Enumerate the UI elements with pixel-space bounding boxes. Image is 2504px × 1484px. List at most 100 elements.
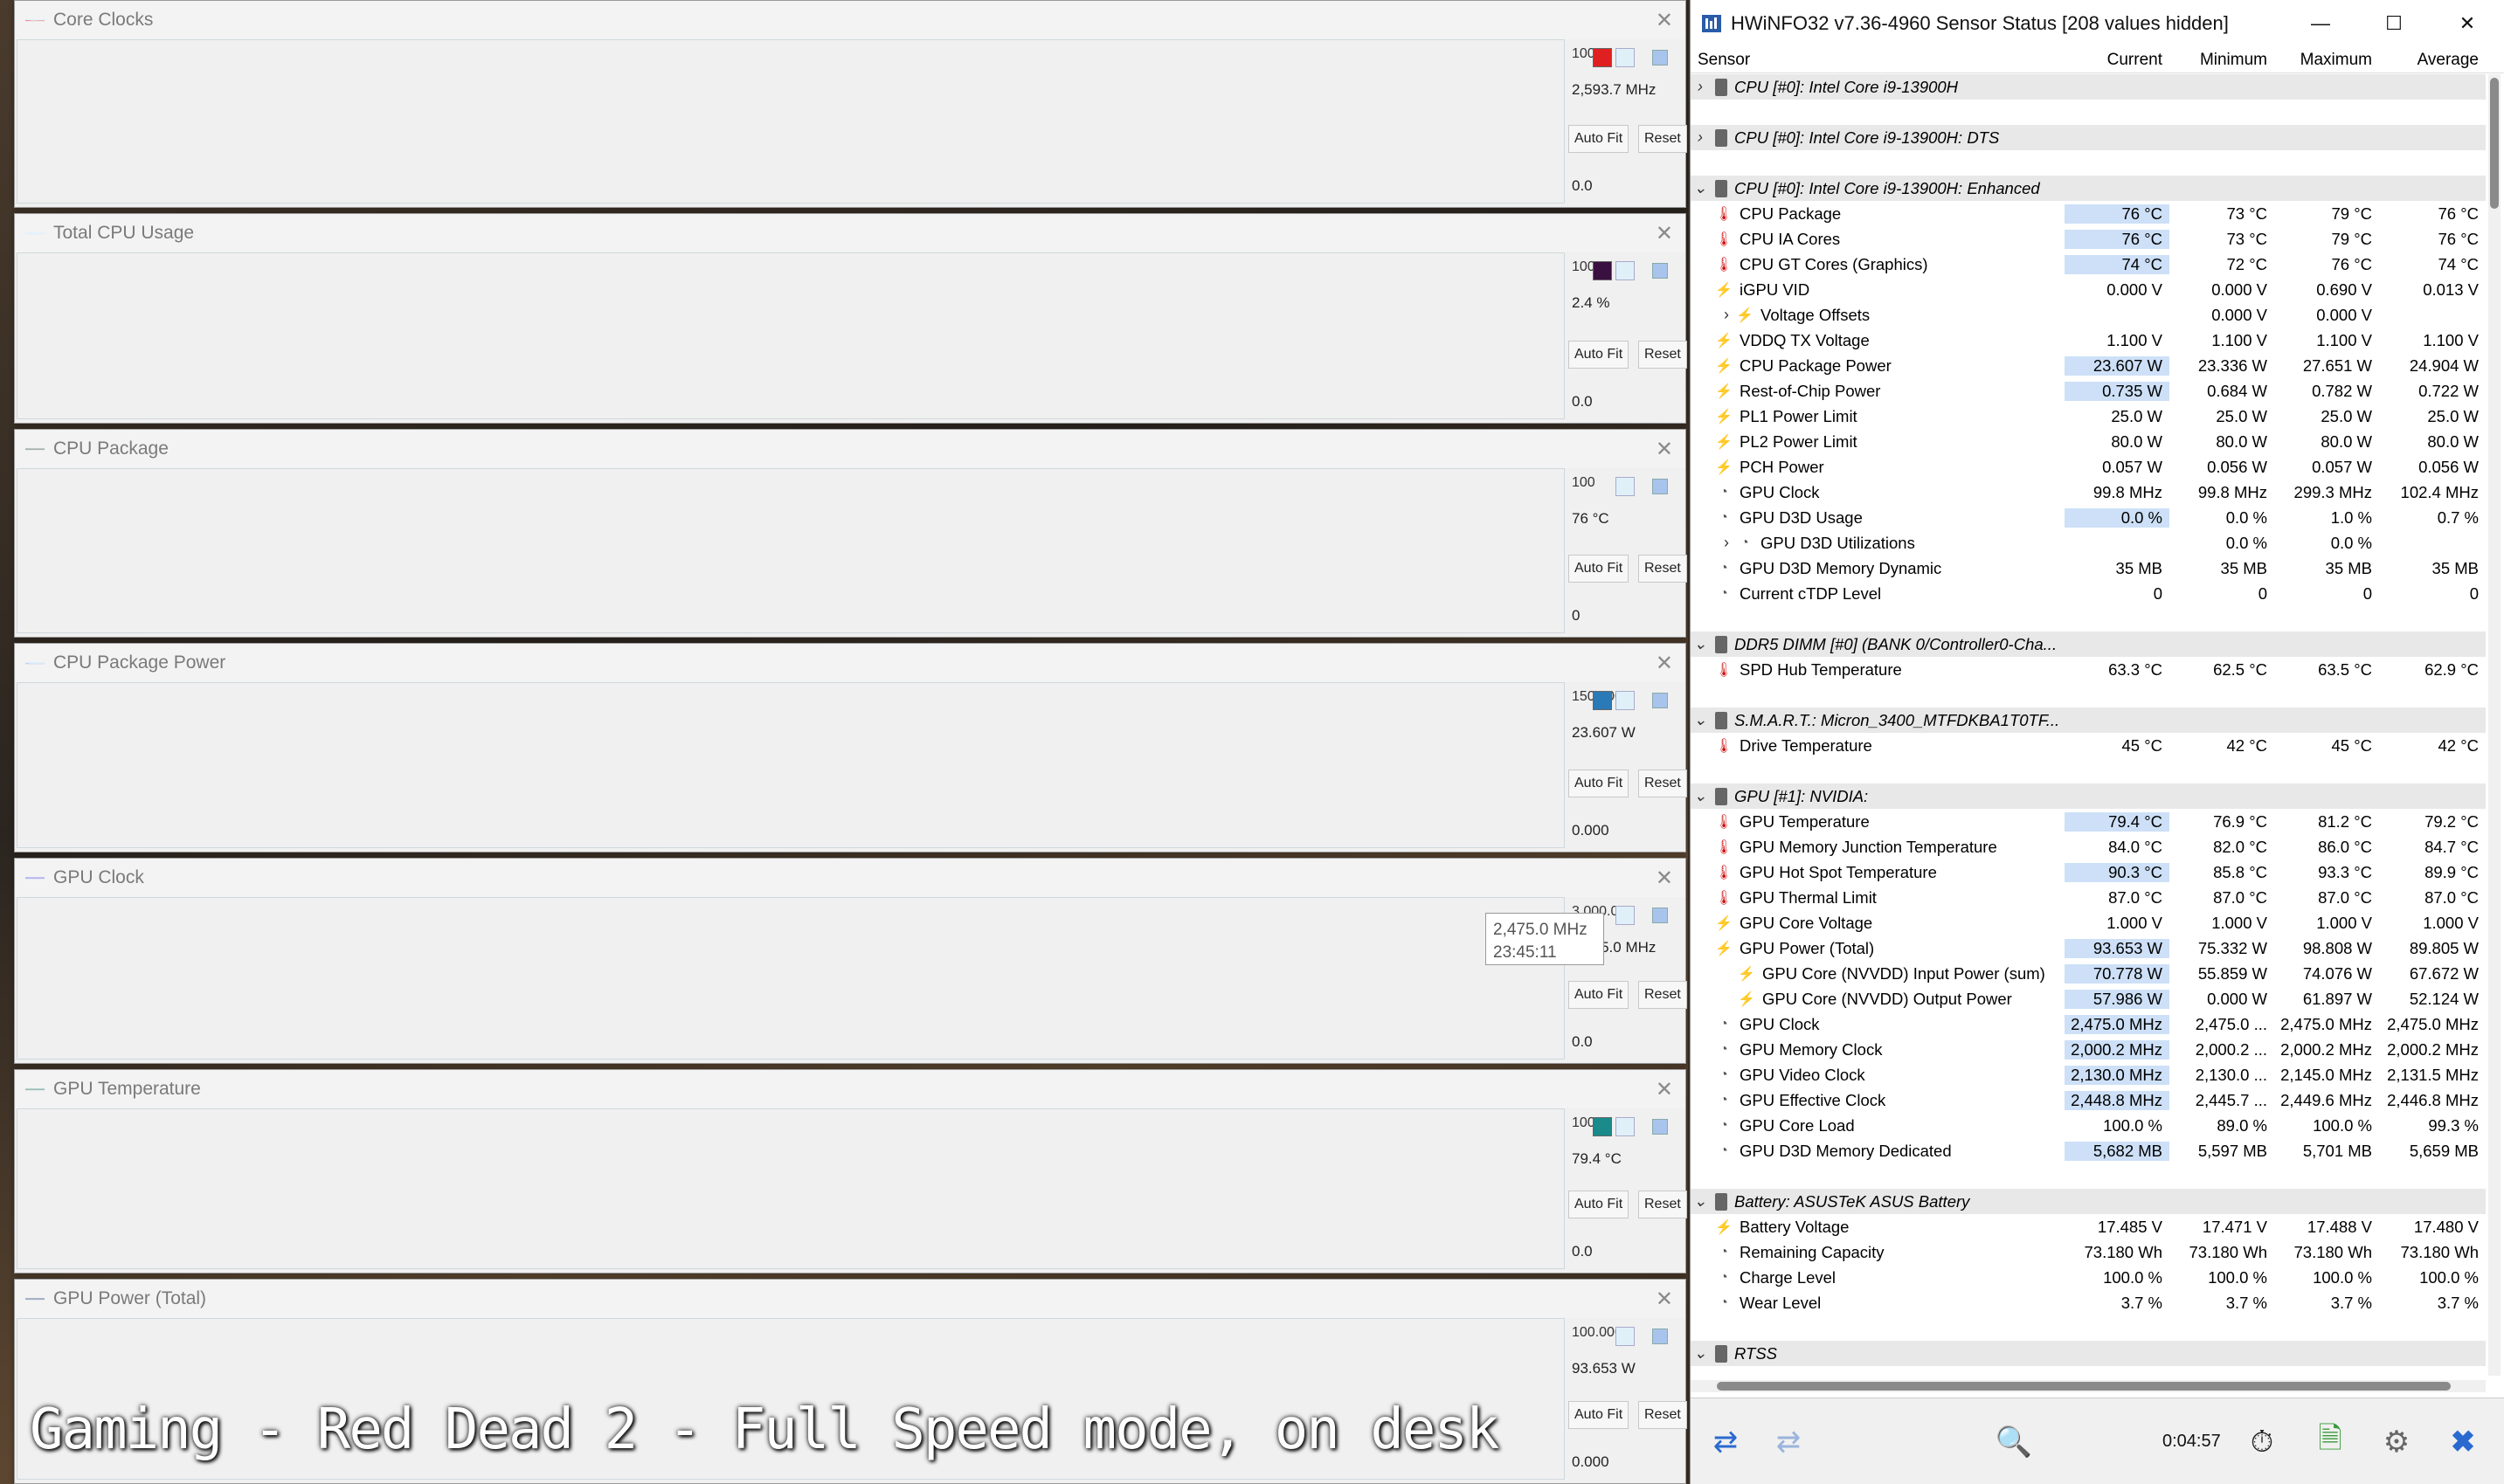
sensor-group-row[interactable]: ⌄ GPU [#1]: NVIDIA: xyxy=(1691,783,2486,809)
sensor-group-row[interactable]: › CPU [#0]: Intel Core i9-13900H xyxy=(1691,74,2486,100)
col-current[interactable]: Current xyxy=(2065,51,2169,70)
sensor-row[interactable]: ◔ GPU Clock 2,475.0 MHz 2,475.0 ... 2,47… xyxy=(1691,1011,2486,1037)
graph-window[interactable]: Total CPU Usage ✕ 100.0 2.4 % Auto Fit R… xyxy=(14,213,1687,424)
graph-bg-swatch[interactable] xyxy=(1615,48,1635,67)
auto-fit-button[interactable]: Auto Fit xyxy=(1568,770,1629,797)
auto-fit-button[interactable]: Auto Fit xyxy=(1568,555,1629,583)
sensor-row[interactable]: ⚡ CPU Package Power 23.607 W 23.336 W 27… xyxy=(1691,353,2486,378)
auto-fit-button[interactable]: Auto Fit xyxy=(1568,341,1629,369)
graph-bg-swatch[interactable] xyxy=(1615,477,1635,496)
reset-button[interactable]: Reset xyxy=(1638,1191,1687,1218)
graph-titlebar[interactable]: CPU Package ✕ xyxy=(15,430,1685,468)
sensor-row[interactable]: 🌡 GPU Hot Spot Temperature 90.3 °C 85.8 … xyxy=(1691,859,2486,885)
reset-button[interactable]: Reset xyxy=(1638,125,1687,153)
chevron-right-icon[interactable]: › xyxy=(1691,78,1710,96)
sensor-row[interactable]: 🌡 GPU Thermal Limit 87.0 °C 87.0 °C 87.0… xyxy=(1691,885,2486,910)
sensor-row[interactable]: ◔ GPU D3D Memory Dynamic 35 MB 35 MB 35 … xyxy=(1691,556,2486,581)
graph-color-swatch[interactable] xyxy=(1593,48,1612,67)
graph-window[interactable]: GPU Clock ✕ 3,000.0 2,475.0 MHz Auto Fit… xyxy=(14,858,1687,1064)
graph-color-swatch[interactable] xyxy=(1593,1117,1612,1136)
reset-button[interactable]: Reset xyxy=(1638,981,1687,1009)
sensor-row[interactable]: ⚡ iGPU VID 0.000 V 0.000 V 0.690 V 0.013… xyxy=(1691,277,2486,302)
chevron-down-icon[interactable]: ⌄ xyxy=(1691,711,1710,729)
chevron-right-icon[interactable]: › xyxy=(1691,128,1710,147)
chevron-down-icon[interactable]: ⌄ xyxy=(1691,635,1710,653)
graph-grid-swatch[interactable] xyxy=(1652,479,1668,494)
graph-bg-swatch[interactable] xyxy=(1615,1117,1635,1136)
sensor-row[interactable]: 🌡 GPU Memory Junction Temperature 84.0 °… xyxy=(1691,834,2486,859)
chevron-down-icon[interactable]: ⌄ xyxy=(1691,1192,1710,1211)
vertical-scrollbar[interactable] xyxy=(2488,74,2501,1376)
close-icon[interactable]: ✕ xyxy=(1656,221,1673,246)
sensor-row[interactable]: ◔ GPU D3D Usage 0.0 % 0.0 % 1.0 % 0.7 % xyxy=(1691,505,2486,530)
graph-window[interactable]: CPU Package ✕ 100 76 °C Auto Fit Reset 0 xyxy=(14,429,1687,638)
graph-bg-swatch[interactable] xyxy=(1615,906,1635,925)
col-sensor[interactable]: Sensor xyxy=(1691,51,2065,70)
sensor-row[interactable]: ◔ GPU D3D Memory Dedicated 5,682 MB 5,59… xyxy=(1691,1138,2486,1163)
chevron-down-icon[interactable]: ⌄ xyxy=(1691,787,1710,805)
sensor-row[interactable]: ◔ Wear Level 3.7 % 3.7 % 3.7 % 3.7 % xyxy=(1691,1290,2486,1315)
sensor-row[interactable]: 🌡 CPU GT Cores (Graphics) 74 °C 72 °C 76… xyxy=(1691,252,2486,277)
graph-grid-swatch[interactable] xyxy=(1652,1119,1668,1135)
graph-window[interactable]: CPU Package Power ✕ 150.000 23.607 W Aut… xyxy=(14,643,1687,852)
sensor-row[interactable]: 🌡 CPU Package 76 °C 73 °C 79 °C 76 °C xyxy=(1691,201,2486,226)
chevron-down-icon[interactable]: ⌄ xyxy=(1691,1344,1710,1363)
sensor-row[interactable]: ⚡ VDDQ TX Voltage 1.100 V 1.100 V 1.100 … xyxy=(1691,328,2486,353)
sensor-row[interactable]: ◔ GPU Memory Clock 2,000.2 MHz 2,000.2 .… xyxy=(1691,1037,2486,1062)
graph-grid-swatch[interactable] xyxy=(1652,693,1668,708)
graph-window[interactable]: Core Clocks ✕ 100 2,593.7 MHz Auto Fit R… xyxy=(14,0,1687,208)
sensor-row[interactable]: ⚡ GPU Core (NVVDD) Output Power 57.986 W… xyxy=(1691,986,2486,1011)
graph-grid-swatch[interactable] xyxy=(1652,908,1668,923)
graph-titlebar[interactable]: CPU Package Power ✕ xyxy=(15,644,1685,682)
sensor-row[interactable]: ⚡ PL2 Power Limit 80.0 W 80.0 W 80.0 W 8… xyxy=(1691,429,2486,454)
sensor-row[interactable]: ◔ GPU Clock 99.8 MHz 99.8 MHz 299.3 MHz … xyxy=(1691,480,2486,505)
close-icon[interactable]: ✕ xyxy=(1656,8,1673,33)
sensor-row[interactable]: ⚡ Battery Voltage 17.485 V 17.471 V 17.4… xyxy=(1691,1214,2486,1239)
chevron-right-icon[interactable]: › xyxy=(1717,534,1736,552)
sensor-row[interactable]: ⚡ GPU Power (Total) 93.653 W 75.332 W 98… xyxy=(1691,935,2486,961)
sensor-row[interactable]: ⚡ GPU Core Voltage 1.000 V 1.000 V 1.000… xyxy=(1691,910,2486,935)
sensor-row[interactable]: ◔ Charge Level 100.0 % 100.0 % 100.0 % 1… xyxy=(1691,1265,2486,1290)
close-icon[interactable]: ✕ xyxy=(1656,866,1673,891)
sensor-group-row[interactable]: ⌄ CPU [#0]: Intel Core i9-13900H: Enhanc… xyxy=(1691,176,2486,201)
sensor-row[interactable]: ◔ GPU Core Load 100.0 % 89.0 % 100.0 % 9… xyxy=(1691,1113,2486,1138)
sensor-row[interactable]: ⚡ GPU Core (NVVDD) Input Power (sum) 70.… xyxy=(1691,961,2486,986)
graph-titlebar[interactable]: GPU Temperature ✕ xyxy=(15,1070,1685,1108)
sensor-row[interactable]: ◔ Current cTDP Level 0 0 0 0 xyxy=(1691,581,2486,606)
settings-gear-icon[interactable]: ⚙ xyxy=(2369,1416,2424,1468)
close-button[interactable]: ✕ xyxy=(2431,12,2504,35)
close-icon[interactable]: ✕ xyxy=(1656,651,1673,676)
auto-fit-button[interactable]: Auto Fit xyxy=(1568,981,1629,1009)
col-minimum[interactable]: Minimum xyxy=(2169,51,2274,70)
chevron-down-icon[interactable]: ⌄ xyxy=(1691,179,1710,197)
sensor-row[interactable]: ◔ GPU Video Clock 2,130.0 MHz 2,130.0 ..… xyxy=(1691,1062,2486,1087)
graph-grid-swatch[interactable] xyxy=(1652,1329,1668,1344)
reset-button[interactable]: Reset xyxy=(1638,770,1687,797)
close-icon[interactable]: ✕ xyxy=(1656,437,1673,462)
maximize-button[interactable]: ☐ xyxy=(2357,12,2431,35)
exit-icon[interactable]: ✖ xyxy=(2435,1416,2491,1468)
graph-titlebar[interactable]: GPU Power (Total) ✕ xyxy=(15,1280,1685,1318)
close-icon[interactable]: ✕ xyxy=(1656,1077,1673,1102)
graph-color-swatch[interactable] xyxy=(1593,691,1612,710)
auto-fit-button[interactable]: Auto Fit xyxy=(1568,125,1629,153)
sensor-row[interactable]: › ⚡ Voltage Offsets 0.000 V 0.000 V xyxy=(1691,302,2486,328)
minimize-button[interactable]: — xyxy=(2284,12,2357,35)
chevron-right-icon[interactable]: › xyxy=(1717,306,1736,324)
sensor-group-row[interactable]: › CPU [#0]: Intel Core i9-13900H: DTS xyxy=(1691,125,2486,150)
clock-icon[interactable]: ⏱ xyxy=(2234,1416,2290,1468)
sensor-group-row[interactable]: ⌄ S.M.A.R.T.: Micron_3400_MTFDKBA1T0TF..… xyxy=(1691,707,2486,733)
sensor-row[interactable]: ◔ Remaining Capacity 73.180 Wh 73.180 Wh… xyxy=(1691,1239,2486,1265)
graph-color-swatch[interactable] xyxy=(1593,261,1612,280)
sensor-row[interactable]: 🌡 GPU Temperature 79.4 °C 76.9 °C 81.2 °… xyxy=(1691,809,2486,834)
sensor-row[interactable]: 🌡 CPU IA Cores 76 °C 73 °C 79 °C 76 °C xyxy=(1691,226,2486,252)
sensor-row[interactable]: 🌡 SPD Hub Temperature 63.3 °C 62.5 °C 63… xyxy=(1691,657,2486,682)
sensor-row[interactable]: › ◔ GPU D3D Utilizations 0.0 % 0.0 % xyxy=(1691,530,2486,556)
auto-fit-button[interactable]: Auto Fit xyxy=(1568,1191,1629,1218)
close-icon[interactable]: ✕ xyxy=(1656,1287,1673,1312)
col-maximum[interactable]: Maximum xyxy=(2274,51,2379,70)
sensor-row[interactable]: ⚡ PL1 Power Limit 25.0 W 25.0 W 25.0 W 2… xyxy=(1691,404,2486,429)
reset-button[interactable]: Reset xyxy=(1638,555,1687,583)
graph-grid-swatch[interactable] xyxy=(1652,50,1668,66)
sensor-row[interactable]: ◔ GPU Effective Clock 2,448.8 MHz 2,445.… xyxy=(1691,1087,2486,1113)
